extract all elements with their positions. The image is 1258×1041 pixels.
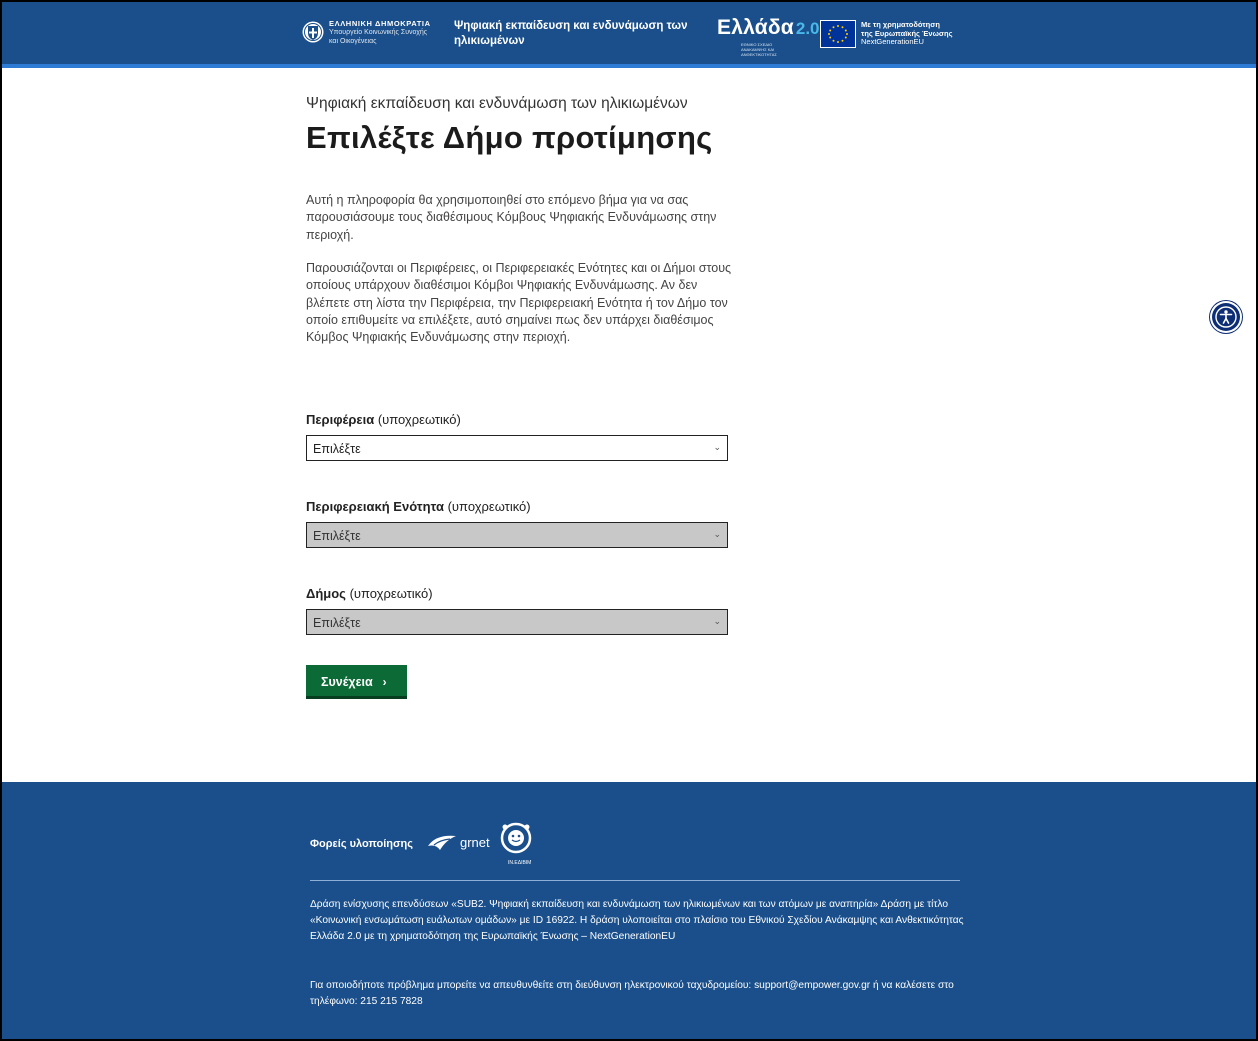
regional-unit-select[interactable]: Επιλέξτε ⌄ xyxy=(306,522,728,548)
region-required-hint: (υποχρεωτικό) xyxy=(377,412,461,427)
municipality-label: Δήμος (υποχρεωτικό) xyxy=(306,586,433,601)
gov-logo-text: ΕΛΛΗΝΙΚΗ ΔΗΜΟΚΡΑΤΙΑ Υπουργείο Κοινωνικής… xyxy=(329,19,431,46)
gov-line3: και Οικογένειας xyxy=(329,38,377,45)
header-title[interactable]: Ψηφιακή εκπαίδευση και ενδυνάμωση των ηλ… xyxy=(454,19,704,49)
region-select[interactable]: Επιλέξτε ⌄ xyxy=(306,435,728,461)
regional-unit-label: Περιφερειακή Ενότητα (υποχρεωτικό) xyxy=(306,499,531,514)
greek-coat-of-arms-icon xyxy=(302,21,324,43)
eu-line3: NextGenerationEU xyxy=(861,37,924,46)
ellada-subtitle: ΕΘΝΙΚΟ ΣΧΕΔΙΟ ΑΝΑΚΑΜΨΗΣ ΚΑΙ ΑΝΘΕΚΤΙΚΟΤΗΤ… xyxy=(741,42,777,57)
ellada-number: 2.0 xyxy=(795,19,820,38)
chevron-down-icon: ⌄ xyxy=(713,616,721,626)
footer-contact-text: Για οποιοδήποτε πρόβλημα μπορείτε να απε… xyxy=(310,980,954,1007)
ellada-2-0-logo: Ελλάδα 2.0 ΕΘΝΙΚΟ ΣΧΕΔΙΟ ΑΝΑΚΑΜΨΗΣ ΚΑΙ ΑΝ… xyxy=(717,16,820,57)
region-select-value: Επιλέξτε xyxy=(313,442,361,456)
municipality-select-value: Επιλέξτε xyxy=(313,616,361,630)
regional-unit-select-value: Επιλέξτε xyxy=(313,529,361,543)
inedivim-logo-text: ΙΝ.ΕΔΙΒΙΜ xyxy=(508,860,532,866)
continue-button-label: Συνέχεια xyxy=(321,675,373,689)
grnet-logo-text: grnet xyxy=(460,835,490,850)
ellada-word: Ελλάδα xyxy=(717,16,794,39)
chevron-down-icon: ⌄ xyxy=(713,442,721,452)
region-label: Περιφέρεια (υποχρεωτικό) xyxy=(306,412,461,427)
info-paragraph: Παρουσιάζονται οι Περιφέρειες, οι Περιφε… xyxy=(306,261,732,345)
municipality-select[interactable]: Επιλέξτε ⌄ xyxy=(306,609,728,635)
gov-line1: ΕΛΛΗΝΙΚΗ ΔΗΜΟΚΡΑΤΙΑ xyxy=(329,19,431,28)
footer-funding-text: Δράση ενίσχυσης επενδύσεων «SUB2. Ψηφιακ… xyxy=(310,899,964,942)
page-title: Επιλέξτε Δήμο προτίμησης xyxy=(306,120,713,155)
municipality-required-hint: (υποχρεωτικό) xyxy=(349,586,433,601)
inedivim-logo-icon xyxy=(500,822,532,854)
region-label-text: Περιφέρεια xyxy=(306,412,375,427)
chevron-right-icon: › xyxy=(382,675,387,689)
accessibility-button[interactable] xyxy=(1212,303,1240,331)
intro-paragraph: Αυτή η πληροφορία θα χρησιμοποιηθεί στο … xyxy=(306,193,717,242)
eu-funding-text: Με τη χρηματοδότηση της Ευρωπαϊκής Ένωση… xyxy=(861,20,953,47)
page: ΕΛΛΗΝΙΚΗ ΔΗΜΟΚΡΑΤΙΑ Υπουργείο Κοινωνικής… xyxy=(2,2,1256,1039)
site-footer: Φορείς υλοποίησης grnet ΙΝ.ΕΔΙΒΙΜ Δράση … xyxy=(2,782,1256,1039)
regional-unit-label-text: Περιφερειακή Ενότητα xyxy=(306,499,444,514)
continue-button[interactable]: Συνέχεια › xyxy=(306,665,407,699)
page-eyebrow: Ψηφιακή εκπαίδευση και ενδυνάμωση των ηλ… xyxy=(306,95,688,112)
eu-flag-icon xyxy=(820,20,856,48)
gov-line2: Υπουργείο Κοινωνικής Συνοχής xyxy=(329,29,428,36)
chevron-down-icon: ⌄ xyxy=(713,529,721,539)
grnet-logo-icon xyxy=(428,835,456,850)
footer-divider xyxy=(310,880,960,881)
municipality-label-text: Δήμος xyxy=(306,586,346,601)
regional-unit-required-hint: (υποχρεωτικό) xyxy=(447,499,531,514)
partners-label: Φορείς υλοποίησης xyxy=(310,838,413,850)
site-header: ΕΛΛΗΝΙΚΗ ΔΗΜΟΚΡΑΤΙΑ Υπουργείο Κοινωνικής… xyxy=(2,2,1256,68)
accessibility-icon xyxy=(1215,306,1237,328)
